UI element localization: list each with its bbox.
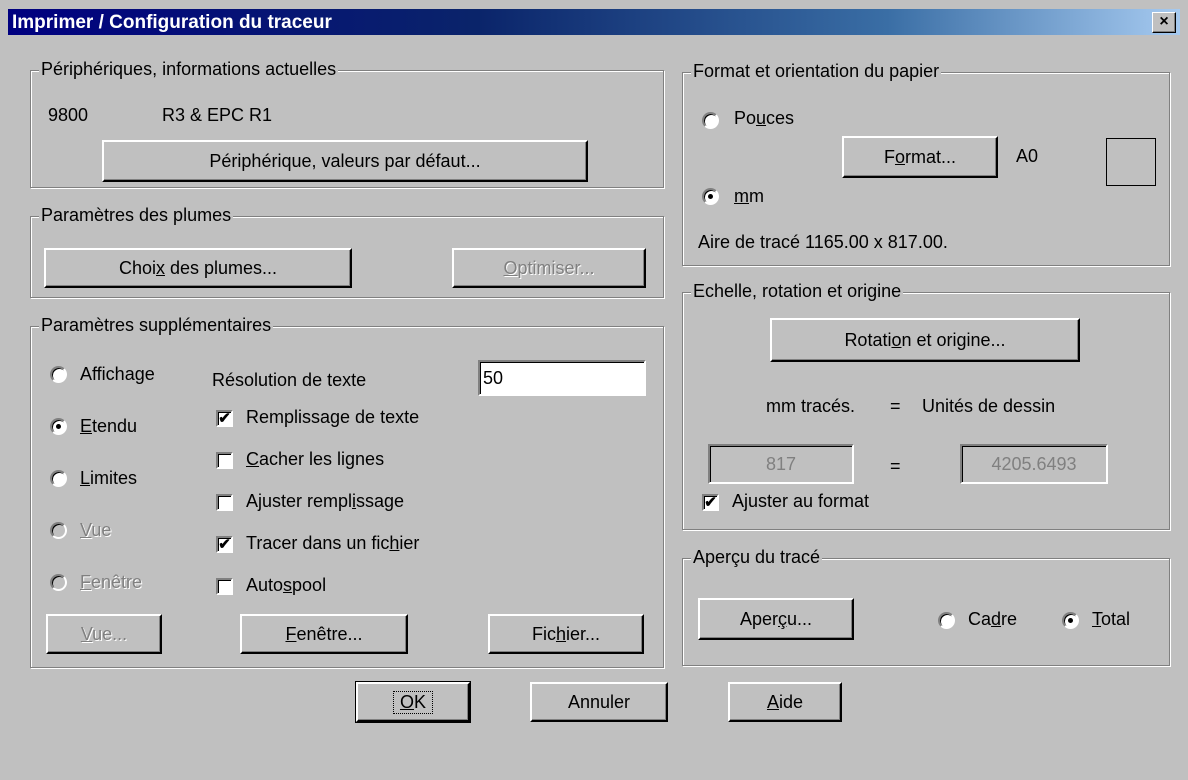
- radio-etendu-label: Etendu: [80, 416, 138, 436]
- cancel-button[interactable]: Annuler: [530, 682, 668, 722]
- radio-total-label: Total: [1092, 609, 1131, 629]
- help-button-label: Aide: [766, 691, 804, 712]
- radio-frame[interactable]: [938, 612, 955, 629]
- paper-group-legend: Format et orientation du papier: [691, 61, 942, 82]
- pens-group-legend: Paramètres des plumes: [39, 205, 234, 226]
- plot-area-text: Aire de tracé 1165.00 x 817.00.: [698, 232, 948, 252]
- device-defaults-button[interactable]: Périphérique, valeurs par défaut...: [102, 140, 588, 182]
- checkbox-hide-lines[interactable]: [216, 452, 233, 469]
- rotation-origin-button[interactable]: Rotation et origine...: [770, 318, 1080, 362]
- radio-fenetre-label: Fenêtre: [80, 572, 143, 592]
- radio-etendu[interactable]: [50, 418, 67, 435]
- checkbox-text-fill-label: Remplissage de texte: [246, 407, 420, 427]
- drawing-units-label: Unités de dessin: [922, 396, 1056, 416]
- radio-selected-dot: [56, 424, 61, 429]
- checkbox-plot-to-file[interactable]: ✔: [216, 536, 233, 553]
- radio-fenetre[interactable]: [50, 574, 67, 591]
- radio-inches[interactable]: [702, 112, 719, 129]
- radio-vue[interactable]: [50, 522, 67, 539]
- radio-limites[interactable]: [50, 470, 67, 487]
- check-mark-icon: ✔: [704, 494, 717, 511]
- title-bar-strip[interactable]: Imprimer / Configuration du traceur ×: [8, 9, 1180, 35]
- help-button[interactable]: Aide: [728, 682, 842, 722]
- radio-total[interactable]: [1062, 612, 1079, 629]
- format-value: A0: [1016, 146, 1039, 166]
- text-resolution-label: Résolution de texte: [212, 370, 367, 390]
- checkbox-adjust-fill-label: Ajuster remplissage: [246, 491, 405, 511]
- scale-equals: =: [890, 456, 901, 476]
- close-icon: ×: [1159, 13, 1169, 30]
- format-button[interactable]: Format...: [842, 136, 998, 178]
- drawing-units-input[interactable]: [960, 444, 1108, 484]
- choose-pens-button[interactable]: Choix des plumes...: [44, 248, 352, 288]
- checkbox-autospool-label: Autospool: [246, 575, 327, 595]
- radio-affichage[interactable]: [50, 366, 67, 383]
- window-title: Imprimer / Configuration du traceur: [12, 12, 332, 33]
- radio-inches-label: Pouces: [734, 108, 795, 128]
- checkbox-autospool[interactable]: [216, 578, 233, 595]
- radio-selected-dot: [1068, 618, 1073, 623]
- preview-button[interactable]: Aperçu...: [698, 598, 854, 640]
- format-button-label: Format...: [883, 146, 957, 167]
- file-button-label: Fichier...: [531, 623, 601, 644]
- radio-mm-label: mm: [734, 186, 764, 206]
- radio-frame-label: Cadre: [968, 609, 1018, 629]
- view-button[interactable]: Vue...: [46, 614, 162, 654]
- ok-button-label: OK: [392, 690, 434, 714]
- cancel-button-label: Annuler: [567, 691, 631, 712]
- radio-selected-dot: [708, 194, 713, 199]
- radio-affichage-label: Affichage: [80, 364, 155, 384]
- checkbox-hide-lines-label: Cacher les lignes: [246, 449, 385, 469]
- ok-button[interactable]: OK: [355, 681, 471, 723]
- file-button[interactable]: Fichier...: [488, 614, 644, 654]
- text-resolution-input[interactable]: [478, 360, 646, 396]
- rotation-origin-label: Rotation et origine...: [844, 329, 1006, 350]
- radio-limites-label: Limites: [80, 468, 138, 488]
- radio-vue-label: Vue: [80, 520, 112, 540]
- checkbox-plot-to-file-label: Tracer dans un fichier: [246, 533, 420, 553]
- radio-mm[interactable]: [702, 188, 719, 205]
- paper-orientation-preview: [1106, 138, 1156, 186]
- view-button-label: Vue...: [80, 623, 128, 644]
- check-mark-icon: ✔: [218, 536, 231, 553]
- title-bar: Imprimer / Configuration du traceur ×: [0, 0, 1188, 40]
- mm-plotted-input[interactable]: [708, 444, 854, 484]
- window-button-label: Fenêtre...: [285, 623, 363, 644]
- device-defaults-label: Périphérique, valeurs par défaut...: [209, 150, 481, 171]
- scale-group-legend: Echelle, rotation et origine: [691, 281, 904, 302]
- preview-button-label: Aperçu...: [739, 608, 813, 629]
- close-button[interactable]: ×: [1152, 12, 1176, 33]
- check-mark-icon: ✔: [218, 410, 231, 427]
- device-model: 9800: [48, 105, 89, 125]
- additional-group-legend: Paramètres supplémentaires: [39, 315, 274, 336]
- device-version: R3 & EPC R1: [162, 105, 273, 125]
- window-button[interactable]: Fenêtre...: [240, 614, 408, 654]
- preview-group-legend: Aperçu du tracé: [691, 547, 823, 568]
- scale-equals-top: =: [890, 396, 901, 416]
- checkbox-text-fill[interactable]: ✔: [216, 410, 233, 427]
- device-group-legend: Périphériques, informations actuelles: [39, 59, 339, 80]
- choose-pens-label: Choix des plumes...: [118, 257, 278, 278]
- optimize-label: Optimiser...: [503, 257, 595, 278]
- fit-to-format-label: Ajuster au format: [732, 491, 870, 511]
- mm-plotted-label: mm tracés.: [766, 396, 856, 416]
- optimize-button[interactable]: Optimiser...: [452, 248, 646, 288]
- checkbox-fit-to-format[interactable]: ✔: [702, 494, 719, 511]
- checkbox-adjust-fill[interactable]: [216, 494, 233, 511]
